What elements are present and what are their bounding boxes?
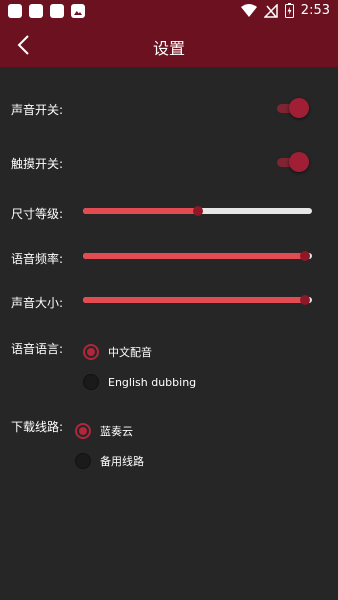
volume-slider[interactable] <box>83 294 312 306</box>
notification-icon <box>50 4 64 18</box>
download-route-label: 下载线路: <box>11 420 64 434</box>
voice-rate-slider[interactable] <box>83 250 312 262</box>
slider-thumb[interactable] <box>300 251 311 261</box>
voice-language-label: 语音语言: <box>11 342 64 356</box>
radio-circle <box>75 423 91 439</box>
voice-rate-label: 语音频率: <box>11 252 64 266</box>
sound-toggle[interactable] <box>277 98 309 118</box>
notification-icon <box>8 4 22 18</box>
touch-switch-label: 触摸开关: <box>11 157 64 171</box>
slider-thumb[interactable] <box>192 206 203 216</box>
radio-label: 备用线路 <box>100 455 144 468</box>
radio-label: English dubbing <box>108 375 197 389</box>
app-bar: 设置 <box>0 24 338 67</box>
size-level-label: 尺寸等级: <box>11 207 64 221</box>
toggle-knob <box>289 98 309 118</box>
image-icon <box>71 4 85 18</box>
size-level-slider[interactable] <box>83 205 312 217</box>
clock: 2:53 <box>300 3 330 18</box>
slider-thumb[interactable] <box>300 295 311 305</box>
volume-label: 声音大小: <box>11 296 64 310</box>
slider-fill <box>83 253 306 259</box>
radio-backup-route[interactable]: 备用线路 <box>75 453 144 469</box>
radio-chinese-dubbing[interactable]: 中文配音 <box>83 344 152 360</box>
battery-charging-icon <box>284 3 294 18</box>
radio-circle <box>75 453 91 469</box>
radio-circle <box>83 344 99 360</box>
radio-label: 蓝奏云 <box>100 425 133 438</box>
notification-icons <box>8 4 85 18</box>
slider-fill <box>83 297 306 303</box>
radio-label: 中文配音 <box>108 346 152 359</box>
radio-english-dubbing[interactable]: English dubbing <box>83 374 196 390</box>
wifi-icon <box>240 3 257 17</box>
touch-toggle[interactable] <box>277 152 309 172</box>
no-signal-icon <box>263 3 278 18</box>
notification-icon <box>29 4 43 18</box>
toggle-knob <box>289 152 309 172</box>
slider-fill <box>83 208 198 214</box>
page-title: 设置 <box>152 39 185 58</box>
radio-circle <box>83 374 99 390</box>
radio-lanzou-cloud[interactable]: 蓝奏云 <box>75 423 133 439</box>
sound-switch-label: 声音开关: <box>11 103 64 117</box>
status-bar: 2:53 <box>0 0 338 24</box>
